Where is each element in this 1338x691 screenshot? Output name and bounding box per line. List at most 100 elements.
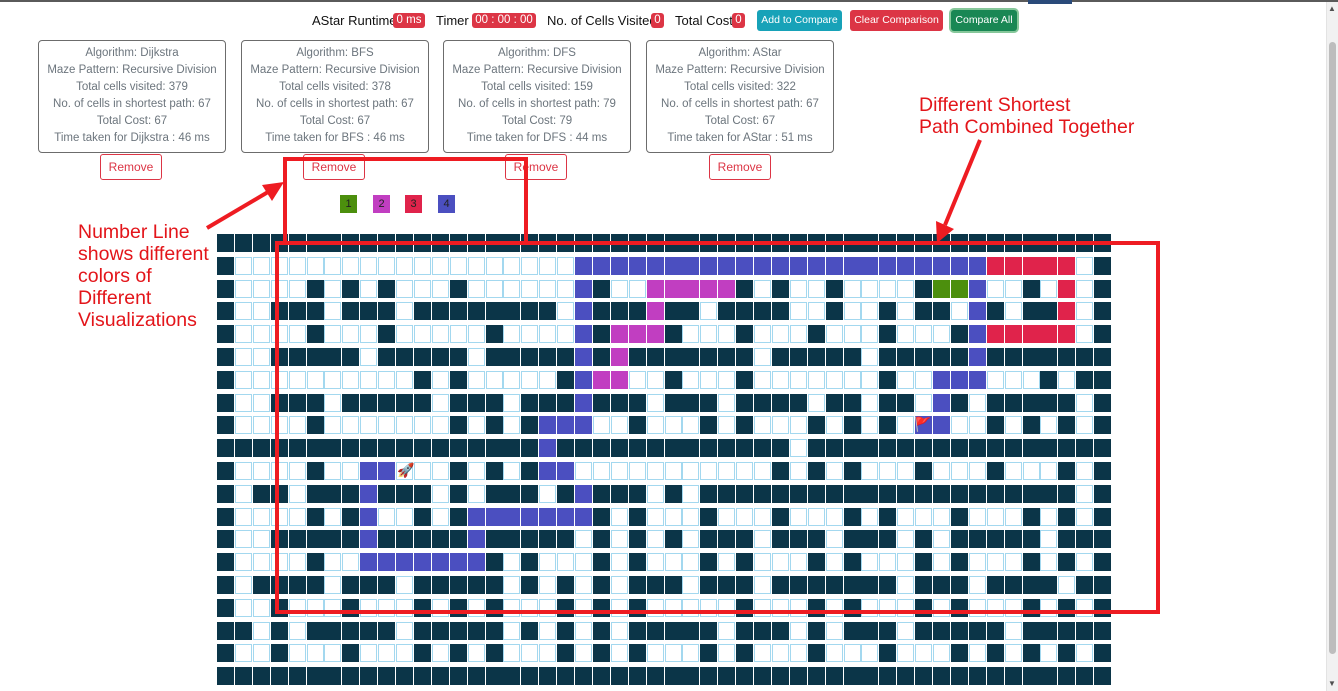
empty-cell[interactable] bbox=[915, 644, 933, 663]
empty-cell[interactable] bbox=[288, 644, 306, 663]
empty-cell[interactable] bbox=[1004, 621, 1022, 640]
wall-cell[interactable] bbox=[592, 667, 610, 686]
empty-cell[interactable] bbox=[234, 576, 252, 594]
wall-cell[interactable] bbox=[217, 462, 234, 480]
empty-cell[interactable] bbox=[234, 644, 252, 663]
wall-cell[interactable] bbox=[807, 667, 825, 686]
empty-cell[interactable] bbox=[252, 598, 270, 617]
wall-cell[interactable] bbox=[234, 234, 252, 252]
wall-cell[interactable] bbox=[431, 667, 449, 686]
wall-cell[interactable] bbox=[807, 644, 825, 663]
empty-cell[interactable] bbox=[1040, 644, 1058, 663]
wall-cell[interactable] bbox=[736, 621, 754, 640]
wall-cell[interactable] bbox=[503, 667, 521, 686]
empty-cell[interactable] bbox=[825, 621, 843, 640]
wall-cell[interactable] bbox=[1058, 644, 1076, 663]
wall-cell[interactable] bbox=[557, 621, 575, 640]
wall-cell[interactable] bbox=[217, 279, 234, 298]
wall-cell[interactable] bbox=[270, 667, 288, 686]
empty-cell[interactable] bbox=[306, 644, 324, 663]
wall-cell[interactable] bbox=[217, 530, 234, 549]
wall-cell[interactable] bbox=[217, 416, 234, 435]
wall-cell[interactable] bbox=[700, 644, 718, 663]
wall-cell[interactable] bbox=[843, 667, 861, 686]
empty-cell[interactable] bbox=[539, 644, 557, 663]
wall-cell[interactable] bbox=[879, 667, 897, 686]
wall-cell[interactable] bbox=[933, 667, 950, 686]
empty-cell[interactable] bbox=[789, 621, 807, 640]
remove-astar-button[interactable]: Remove bbox=[709, 154, 771, 180]
wall-cell[interactable] bbox=[360, 667, 378, 686]
wall-cell[interactable] bbox=[252, 667, 270, 686]
wall-cell[interactable] bbox=[1004, 667, 1022, 686]
empty-cell[interactable] bbox=[754, 644, 771, 663]
empty-cell[interactable] bbox=[252, 621, 270, 640]
wall-cell[interactable] bbox=[646, 667, 664, 686]
wall-cell[interactable] bbox=[467, 667, 485, 686]
wall-cell[interactable] bbox=[843, 621, 861, 640]
wall-cell[interactable] bbox=[449, 667, 467, 686]
wall-cell[interactable] bbox=[413, 667, 431, 686]
empty-cell[interactable] bbox=[234, 325, 252, 344]
wall-cell[interactable] bbox=[789, 667, 807, 686]
wall-cell[interactable] bbox=[485, 667, 503, 686]
wall-cell[interactable] bbox=[288, 667, 306, 686]
wall-cell[interactable] bbox=[431, 621, 449, 640]
wall-cell[interactable] bbox=[252, 234, 270, 252]
empty-cell[interactable] bbox=[789, 644, 807, 663]
wall-cell[interactable] bbox=[360, 621, 378, 640]
wall-cell[interactable] bbox=[646, 621, 664, 640]
wall-cell[interactable] bbox=[217, 370, 234, 389]
empty-cell[interactable] bbox=[897, 621, 915, 640]
wall-cell[interactable] bbox=[592, 644, 610, 663]
wall-cell[interactable] bbox=[700, 621, 718, 640]
empty-cell[interactable] bbox=[825, 644, 843, 663]
wall-cell[interactable] bbox=[217, 234, 234, 252]
wall-cell[interactable] bbox=[449, 621, 467, 640]
wall-cell[interactable] bbox=[861, 667, 879, 686]
wall-cell[interactable] bbox=[485, 621, 503, 640]
empty-cell[interactable] bbox=[234, 348, 252, 366]
remove-dijkstra-button[interactable]: Remove bbox=[100, 154, 162, 180]
wall-cell[interactable] bbox=[217, 256, 234, 275]
wall-cell[interactable] bbox=[1094, 667, 1112, 686]
wall-cell[interactable] bbox=[217, 621, 234, 640]
wall-cell[interactable] bbox=[879, 621, 897, 640]
wall-cell[interactable] bbox=[1040, 667, 1058, 686]
scrollbar-thumb[interactable] bbox=[1329, 42, 1336, 654]
wall-cell[interactable] bbox=[682, 621, 700, 640]
wall-cell[interactable] bbox=[396, 667, 413, 686]
wall-cell[interactable] bbox=[378, 667, 396, 686]
wall-cell[interactable] bbox=[1094, 644, 1112, 663]
wall-cell[interactable] bbox=[1094, 621, 1112, 640]
empty-cell[interactable] bbox=[252, 462, 270, 480]
wall-cell[interactable] bbox=[217, 439, 234, 458]
empty-cell[interactable] bbox=[234, 484, 252, 503]
empty-cell[interactable] bbox=[718, 621, 736, 640]
empty-cell[interactable] bbox=[521, 644, 539, 663]
wall-cell[interactable] bbox=[217, 507, 234, 526]
empty-cell[interactable] bbox=[252, 302, 270, 321]
empty-cell[interactable] bbox=[968, 644, 986, 663]
wall-cell[interactable] bbox=[1058, 667, 1076, 686]
empty-cell[interactable] bbox=[252, 348, 270, 366]
wall-cell[interactable] bbox=[306, 621, 324, 640]
wall-cell[interactable] bbox=[252, 439, 270, 458]
wall-cell[interactable] bbox=[718, 667, 736, 686]
wall-cell[interactable] bbox=[378, 621, 396, 640]
wall-cell[interactable] bbox=[342, 667, 360, 686]
wall-cell[interactable] bbox=[342, 621, 360, 640]
empty-cell[interactable] bbox=[1076, 644, 1094, 663]
empty-cell[interactable] bbox=[933, 644, 950, 663]
empty-cell[interactable] bbox=[234, 416, 252, 435]
clear-comparison-button[interactable]: Clear Comparison bbox=[850, 10, 943, 31]
empty-cell[interactable] bbox=[843, 644, 861, 663]
empty-cell[interactable] bbox=[897, 644, 915, 663]
empty-cell[interactable] bbox=[234, 553, 252, 572]
empty-cell[interactable] bbox=[234, 530, 252, 549]
wall-cell[interactable] bbox=[1058, 621, 1076, 640]
wall-cell[interactable] bbox=[342, 644, 360, 663]
wall-cell[interactable] bbox=[610, 667, 628, 686]
wall-cell[interactable] bbox=[986, 667, 1004, 686]
wall-cell[interactable] bbox=[234, 621, 252, 640]
